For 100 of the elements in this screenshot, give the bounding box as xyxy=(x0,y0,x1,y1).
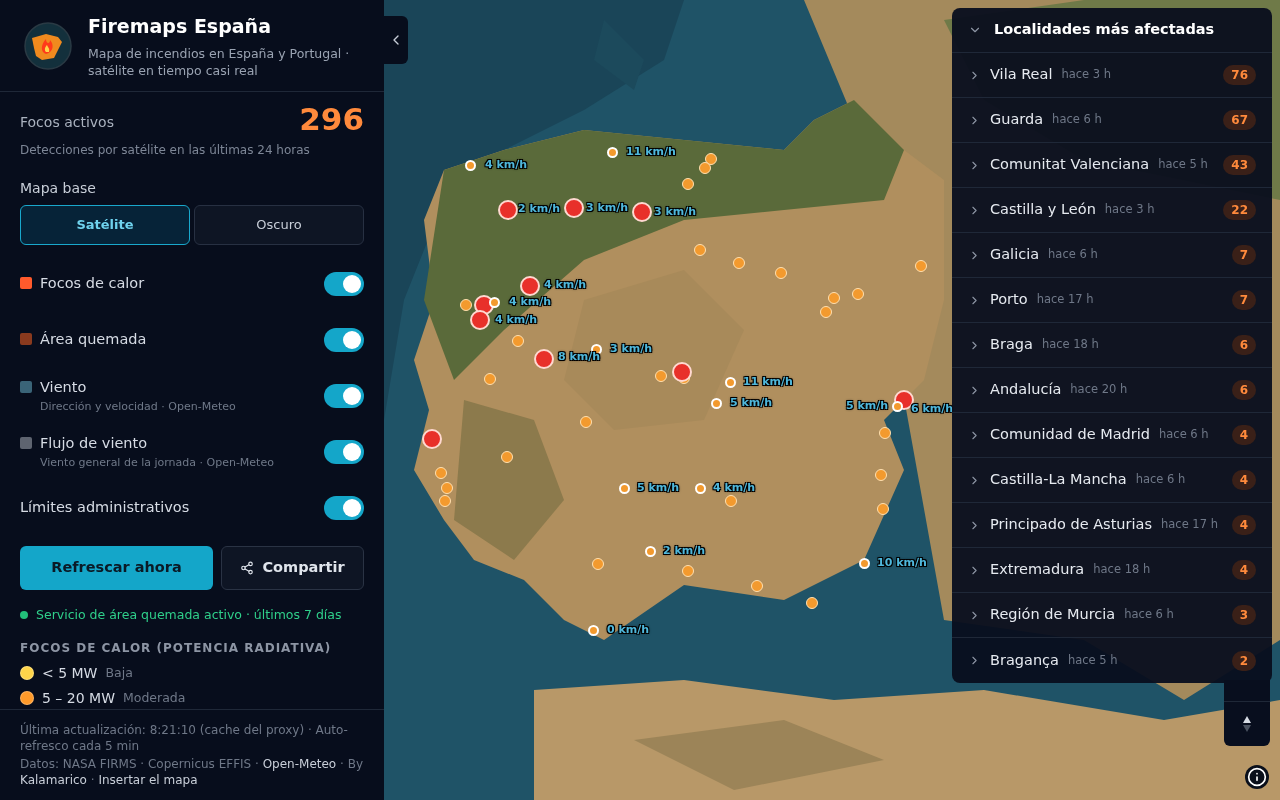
region-time: hace 6 h xyxy=(1158,426,1209,444)
layer-subtitle: Dirección y velocidad · Open-Meteo xyxy=(40,398,236,415)
region-time: hace 3 h xyxy=(1104,201,1155,219)
region-name: Región de Murcia xyxy=(990,605,1116,625)
region-time: hace 6 h xyxy=(1124,606,1174,624)
wind-speed-label: 5 km/h xyxy=(730,397,773,408)
legend-level: Moderada xyxy=(123,688,186,707)
status-text: Servicio de área quemada activo · últimos 7 días xyxy=(36,606,342,624)
count-badge: 4 xyxy=(1231,470,1256,490)
toggle-switch[interactable] xyxy=(324,496,364,520)
layer-label: Área quemada xyxy=(40,330,147,350)
wind-marker-icon xyxy=(607,147,618,158)
region-row[interactable]: Guarda hace 6 h 67 xyxy=(952,98,1272,143)
toggle-switch[interactable] xyxy=(324,384,364,408)
legend-range: < 5 MW xyxy=(42,663,98,683)
region-time: hace 18 h xyxy=(1093,561,1151,579)
region-name: Extremadura xyxy=(990,560,1085,580)
wind-marker-icon xyxy=(859,558,870,569)
wind-speed-label: 3 km/h xyxy=(610,343,653,354)
wind-speed-label: 3 km/h xyxy=(586,202,629,213)
region-row[interactable]: Extremadura hace 18 h 4 xyxy=(952,548,1272,593)
region-row[interactable]: Comunidad de Madrid hace 6 h 4 xyxy=(952,413,1272,458)
region-row[interactable]: Porto hace 17 h 7 xyxy=(952,278,1272,323)
region-time: hace 5 h xyxy=(1158,156,1208,174)
count-badge: 4 xyxy=(1231,425,1256,445)
legend-title: FOCOS DE CALOR (POTENCIA RADIATIVA) xyxy=(20,639,333,657)
refresh-button[interactable]: Refrescar ahora xyxy=(20,546,213,590)
region-row[interactable]: Castilla-La Mancha hace 6 h 4 xyxy=(952,458,1272,503)
toggle-switch[interactable] xyxy=(324,328,364,352)
wind-speed-label: 4 km/h xyxy=(544,279,587,290)
wind-speed-label: 2 km/h xyxy=(663,545,706,556)
count-badge: 7 xyxy=(1231,290,1256,310)
wind-speed-label: 4 km/h xyxy=(713,482,756,493)
logo-icon xyxy=(24,21,72,70)
region-row[interactable]: Comunitat Valenciana hace 5 h 43 xyxy=(952,143,1272,188)
share-button[interactable]: Compartir xyxy=(221,546,364,590)
region-row[interactable]: Bragança hace 5 h 2 xyxy=(952,638,1272,683)
count-badge: 6 xyxy=(1231,335,1256,355)
wind-marker-icon xyxy=(588,625,599,636)
region-row[interactable]: Castilla y León hace 3 h 22 xyxy=(952,188,1272,233)
layer-label: Flujo de viento xyxy=(40,433,149,453)
wind-speed-label: 10 km/h xyxy=(877,557,927,568)
count-badge: 6 xyxy=(1231,380,1256,400)
count-badge: 4 xyxy=(1231,560,1256,580)
region-name: Vila Real xyxy=(990,65,1053,85)
source-link[interactable]: Open-Meteo xyxy=(262,757,341,771)
toggle-switch[interactable] xyxy=(324,272,364,296)
wind-marker-icon xyxy=(695,483,706,494)
region-row[interactable]: Vila Real hace 3 h 76 xyxy=(952,53,1272,98)
share-icon xyxy=(240,561,255,575)
wind-marker-icon xyxy=(645,546,656,557)
basemap-option[interactable]: Oscuro xyxy=(194,205,364,245)
basemap-option[interactable]: Satélite xyxy=(20,205,190,245)
layer-label: Viento xyxy=(40,377,88,397)
region-time: hace 20 h xyxy=(1070,381,1128,399)
count-badge: 22 xyxy=(1223,200,1256,220)
section-label: Mapa base xyxy=(20,179,97,198)
region-row[interactable]: Braga hace 18 h 6 xyxy=(952,323,1272,368)
count-badge: 43 xyxy=(1223,155,1256,175)
toggle-switch[interactable] xyxy=(324,440,364,464)
stat-value: 296 xyxy=(299,104,364,135)
region-row[interactable]: Principado de Asturias hace 17 h 4 xyxy=(952,503,1272,548)
region-name: Galicia xyxy=(990,245,1040,265)
region-name: Castilla y León xyxy=(990,200,1096,220)
wind-speed-label: 8 km/h xyxy=(558,351,601,362)
region-row[interactable]: Región de Murcia hace 6 h 3 xyxy=(952,593,1272,638)
region-time: hace 3 h xyxy=(1061,66,1112,84)
region-name: Andalucía xyxy=(990,380,1062,400)
source-link[interactable]: Kalamarico xyxy=(20,773,91,787)
wind-speed-label: 0 km/h xyxy=(607,624,650,635)
wind-marker-icon xyxy=(619,483,630,494)
layer-label: Límites administrativos xyxy=(20,498,190,518)
region-name: Comunitat Valenciana xyxy=(990,155,1150,175)
wind-speed-label: 11 km/h xyxy=(626,146,676,157)
wind-speed-label: 11 km/h xyxy=(743,376,793,387)
region-name: Comunidad de Madrid xyxy=(990,425,1150,445)
layer-subtitle: Viento general de la jornada · Open-Meteo xyxy=(40,454,274,471)
count-badge: 4 xyxy=(1231,515,1256,535)
app-subtitle: Mapa de incendios en España y Portugal · satélite en tiempo casi real xyxy=(88,44,351,79)
count-badge: 7 xyxy=(1231,245,1256,265)
legend-level: Baja xyxy=(105,663,133,682)
update-text: Última actualización: 8:21:10 (cache del proxy) · Auto-refresco cada 5 min xyxy=(20,722,349,754)
region-row[interactable]: Galicia hace 6 h 7 xyxy=(952,233,1272,278)
collapse-sidebar-button[interactable] xyxy=(384,16,408,64)
wind-marker-icon xyxy=(711,398,722,409)
region-row[interactable]: Andalucía hace 20 h 6 xyxy=(952,368,1272,413)
panel-header[interactable]: Localidades más afectadas xyxy=(952,8,1272,53)
region-time: hace 6 h xyxy=(1048,246,1098,264)
wind-speed-label: 2 km/h xyxy=(518,203,561,214)
region-name: Castilla-La Mancha xyxy=(990,470,1127,490)
info-icon xyxy=(1247,767,1267,787)
wind-speed-label: 5 km/h xyxy=(846,400,889,411)
stat-caption: Detecciones por satélite en las últimas 24 horas xyxy=(20,142,311,159)
layer-label: Focos de calor xyxy=(40,274,145,294)
wind-marker-icon xyxy=(465,160,476,171)
source-link[interactable]: Insertar el mapa xyxy=(98,773,198,787)
wind-marker-icon xyxy=(892,401,903,412)
wind-marker-icon xyxy=(725,377,736,388)
wind-speed-label: 5 km/h xyxy=(637,482,680,493)
wind-speed-label: 4 km/h xyxy=(509,296,552,307)
